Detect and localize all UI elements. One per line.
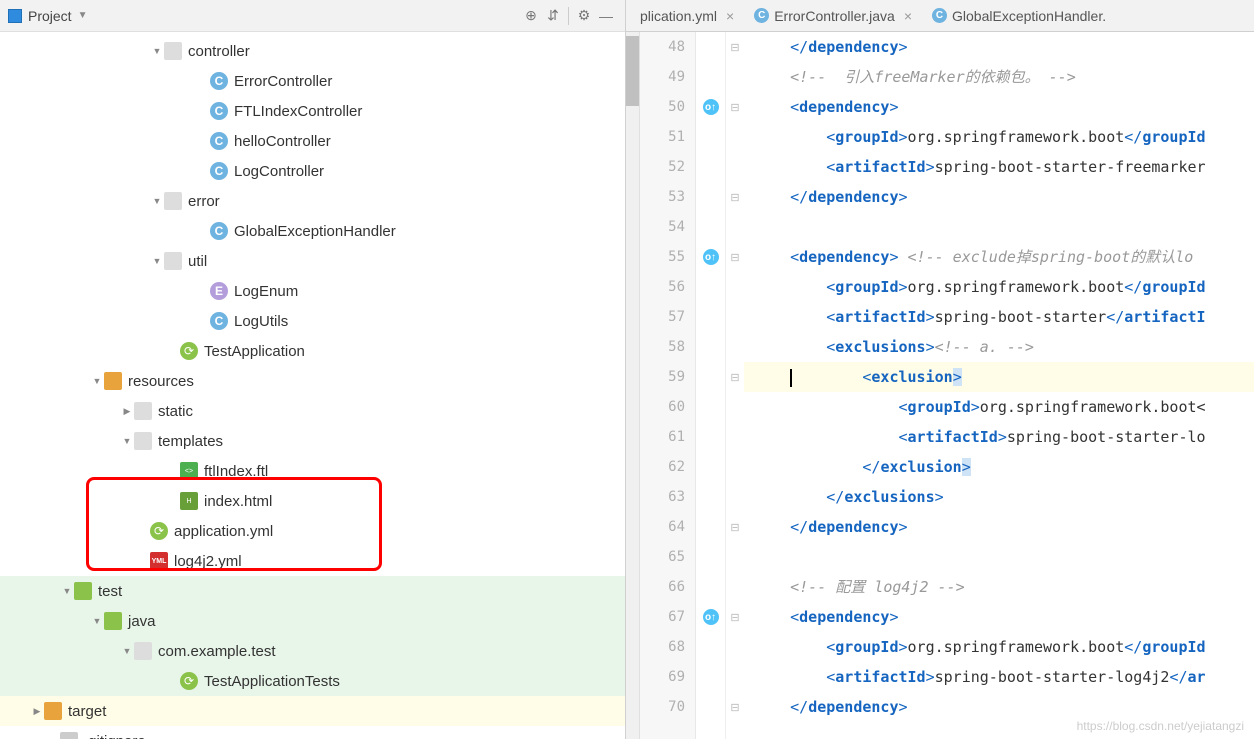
- scrollbar-thumb[interactable]: [626, 36, 639, 106]
- folder-util[interactable]: util: [0, 246, 625, 276]
- folder-java[interactable]: java: [0, 606, 625, 636]
- editor[interactable]: 4849505152535455565758596061626364656667…: [626, 32, 1254, 739]
- tab-label: GlobalExceptionHandler.: [952, 8, 1106, 24]
- tab-label: ErrorController.java: [774, 8, 895, 24]
- file-applicationyml[interactable]: ⟳application.yml: [0, 516, 625, 546]
- collapse-button[interactable]: ⇵: [542, 5, 564, 27]
- project-title[interactable]: Project: [28, 8, 72, 24]
- folder-comexample[interactable]: com.example.test: [0, 636, 625, 666]
- override-icon[interactable]: o↑: [703, 249, 719, 265]
- class-logutils[interactable]: CLogUtils: [0, 306, 625, 336]
- dropdown-icon[interactable]: ▼: [78, 10, 88, 21]
- fold-column[interactable]: ⊟⊟⊟⊟⊟⊟⊟⊟: [726, 32, 744, 739]
- folder-target[interactable]: target: [0, 696, 625, 726]
- locate-button[interactable]: ⊕: [520, 5, 542, 27]
- class-logcontroller[interactable]: CLogController: [0, 156, 625, 186]
- class-icon: C: [932, 8, 947, 23]
- project-tree[interactable]: controller CErrorController CFTLIndexCon…: [0, 32, 625, 739]
- folder-test[interactable]: test: [0, 576, 625, 606]
- tab-errorcontroller[interactable]: C ErrorController.java ×: [744, 0, 922, 31]
- class-testapplicationtests[interactable]: ⟳TestApplicationTests: [0, 666, 625, 696]
- class-icon: C: [754, 8, 769, 23]
- file-log4j2yml[interactable]: YMLlog4j2.yml: [0, 546, 625, 576]
- folder-error[interactable]: error: [0, 186, 625, 216]
- folder-static[interactable]: static: [0, 396, 625, 426]
- class-ftlindexcontroller[interactable]: CFTLIndexController: [0, 96, 625, 126]
- project-icon: [8, 9, 22, 23]
- code-area[interactable]: </dependency> <!-- 引入freeMarker的依赖包。 -->…: [744, 32, 1254, 739]
- project-panel: Project ▼ ⊕ ⇵ ⚙ — controller CErrorContr…: [0, 0, 626, 739]
- file-gitignore[interactable]: .gitignore: [0, 726, 625, 739]
- tab-applicationyml[interactable]: plication.yml ×: [630, 0, 744, 31]
- project-header: Project ▼ ⊕ ⇵ ⚙ —: [0, 0, 625, 32]
- folder-controller[interactable]: controller: [0, 36, 625, 66]
- gutter-marks: o↑ o↑ o↑: [696, 32, 726, 739]
- class-errorcontroller[interactable]: CErrorController: [0, 66, 625, 96]
- watermark: https://blog.csdn.net/yejiatangzi: [1077, 719, 1244, 733]
- close-icon[interactable]: ×: [726, 8, 734, 24]
- minimize-button[interactable]: —: [595, 5, 617, 27]
- editor-panel: plication.yml× CErrorController.java× CG…: [626, 0, 1254, 739]
- editor-tabs: plication.yml× CErrorController.java× CG…: [626, 0, 1254, 32]
- folder-templates[interactable]: templates: [0, 426, 625, 456]
- class-testapplication[interactable]: ⟳TestApplication: [0, 336, 625, 366]
- file-ftlindex[interactable]: <>ftlIndex.ftl: [0, 456, 625, 486]
- class-hellocontroller[interactable]: ChelloController: [0, 126, 625, 156]
- line-gutter: 4849505152535455565758596061626364656667…: [640, 32, 696, 739]
- close-icon[interactable]: ×: [904, 8, 912, 24]
- enum-logenum[interactable]: ELogEnum: [0, 276, 625, 306]
- override-icon[interactable]: o↑: [703, 609, 719, 625]
- separator: [568, 7, 569, 25]
- override-icon[interactable]: o↑: [703, 99, 719, 115]
- settings-button[interactable]: ⚙: [573, 5, 595, 27]
- tab-globalexception[interactable]: C GlobalExceptionHandler.: [922, 0, 1116, 31]
- folder-resources[interactable]: resources: [0, 366, 625, 396]
- caret: [790, 369, 792, 387]
- file-indexhtml[interactable]: Hindex.html: [0, 486, 625, 516]
- scrollbar[interactable]: [626, 32, 640, 739]
- tab-label: plication.yml: [640, 8, 717, 24]
- class-globalexceptionhandler[interactable]: CGlobalExceptionHandler: [0, 216, 625, 246]
